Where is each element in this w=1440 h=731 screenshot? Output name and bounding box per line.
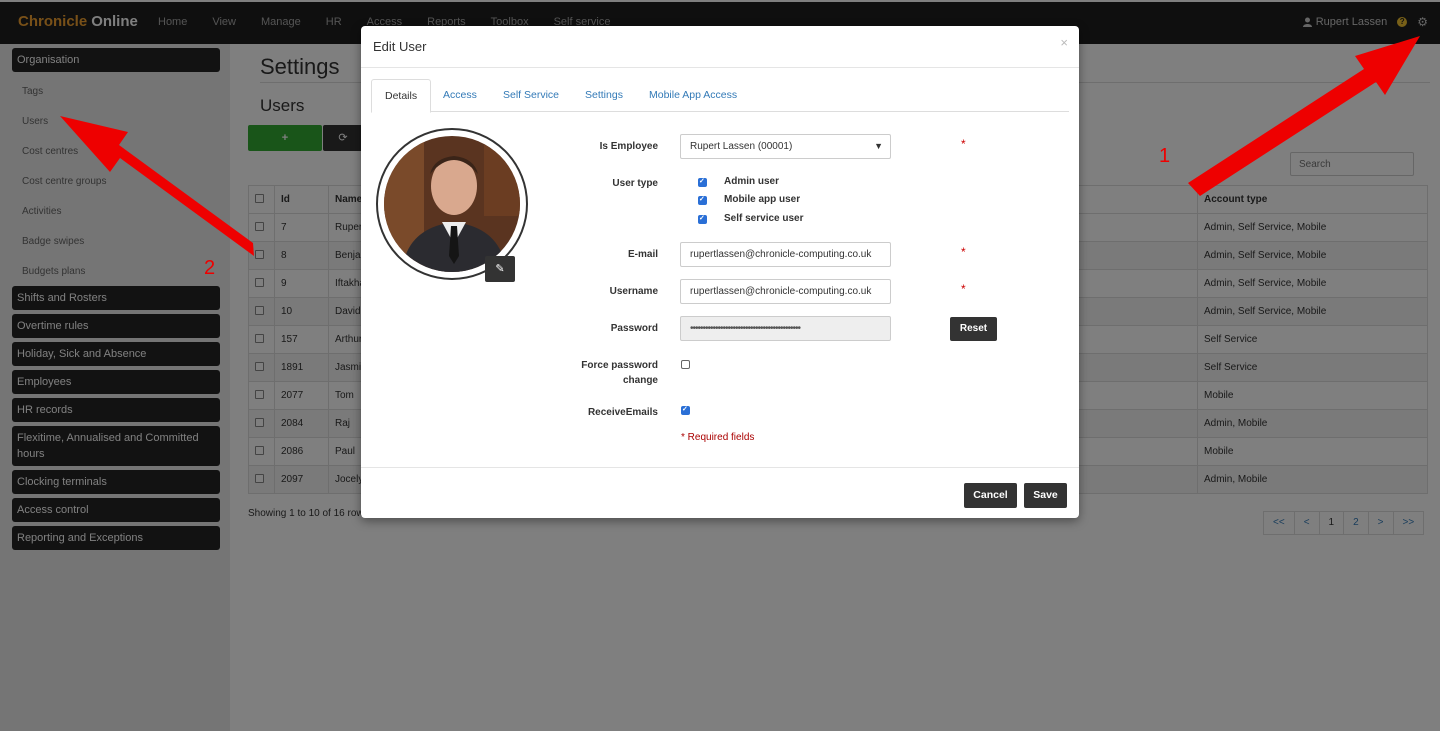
annotation-arrows xyxy=(60,36,1420,256)
annotation-label-1: 1 xyxy=(1159,145,1171,167)
arrow-2-icon xyxy=(60,116,254,256)
annotation-label-2: 2 xyxy=(204,257,216,279)
arrow-1-icon xyxy=(1188,36,1420,196)
